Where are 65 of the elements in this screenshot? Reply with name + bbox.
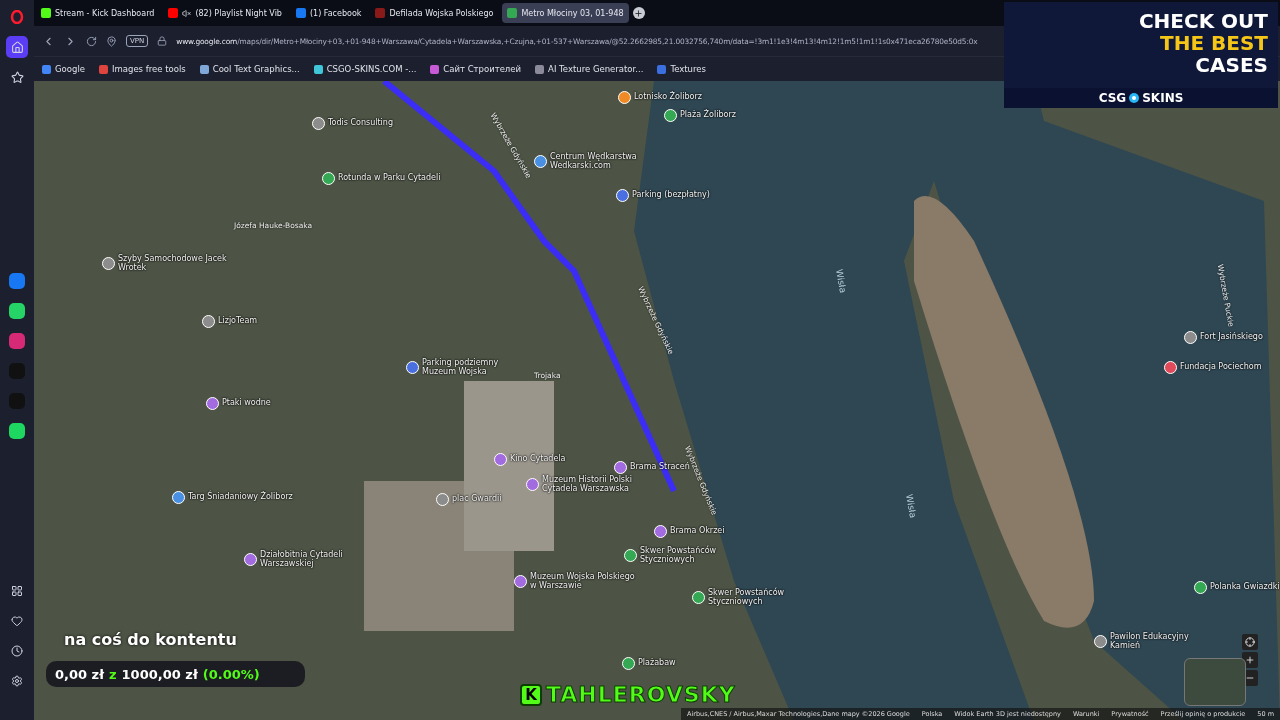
brand-text: SKINS	[1142, 91, 1184, 105]
place-label[interactable]: Ptaki wodne	[222, 399, 271, 408]
goal-amount: 0,00 zł	[55, 666, 104, 682]
place-label[interactable]: Parking (bezpłatny)	[632, 191, 710, 200]
browser-tab[interactable]: Defilada Wojska Polskiego	[370, 3, 499, 23]
bookmark-link[interactable]: Google	[42, 64, 85, 74]
place-label[interactable]: Todis Consulting	[328, 119, 393, 128]
bookmark-link[interactable]: Сайт Строителей	[430, 64, 522, 74]
kick-badge: K	[520, 684, 542, 706]
bookmark-link[interactable]: CSGO-SKINS.COM -...	[313, 64, 417, 74]
goal-percent: (0.00%)	[202, 666, 260, 682]
place-label[interactable]: Pawilon Edukacyjny Kamień	[1110, 633, 1220, 651]
brand-text: CSG	[1098, 91, 1127, 105]
satellite-map-drawing[interactable]	[34, 81, 1280, 720]
goal-title: na coś do kontentu	[63, 630, 238, 649]
place-label[interactable]: Szyby Samochodowe Jacek Wrotek	[118, 255, 228, 273]
bookmark-link[interactable]: Cool Text Graphics...	[199, 64, 300, 74]
place-label[interactable]: Centrum Wędkarstwa Wedkarski.com	[550, 153, 660, 171]
place-label[interactable]: Skwer Powstańców Styczniowych	[640, 547, 750, 565]
place-label[interactable]: Muzeum Historii Polski Cytadela Warszawska	[542, 476, 652, 494]
place-label[interactable]: Plażabaw	[638, 659, 676, 668]
new-tab-button[interactable]	[632, 7, 645, 19]
target-icon	[1128, 92, 1141, 104]
place-label[interactable]: Rotunda w Parku Cytadeli	[338, 174, 441, 183]
place-label[interactable]: Polanka Gwiazdki	[1210, 583, 1280, 592]
crosshair-icon	[1245, 637, 1255, 647]
browser-tab[interactable]: Metro Młociny 03, 01-948	[502, 3, 629, 23]
site-icon	[507, 8, 518, 18]
location-pin-icon[interactable]	[106, 35, 117, 47]
browser-tab[interactable]: Stream - Kick Dashboard	[36, 3, 160, 23]
river-label: Wisła	[904, 493, 918, 519]
lock-icon	[157, 36, 168, 46]
place-label[interactable]: Plaża Żoliborz	[680, 111, 736, 120]
place-label[interactable]: Fundacja Pociechom	[1180, 363, 1262, 372]
ad-headline: CASES	[1195, 54, 1268, 76]
river-label: Wisła	[834, 268, 848, 294]
place-label[interactable]: Lotnisko Żoliborz	[634, 93, 702, 102]
place-label[interactable]: Brama Okrzei	[670, 527, 725, 536]
locate-button[interactable]	[1242, 634, 1258, 650]
home-icon[interactable]	[6, 36, 28, 58]
ad-headline: THE BEST	[1160, 32, 1268, 54]
muted-speaker-icon[interactable]	[182, 8, 192, 18]
ad-banner[interactable]: CHECK OUT THE BEST CASES CSG SKINS	[1004, 2, 1278, 108]
place-label[interactable]: Fort Jasińskiego	[1200, 333, 1263, 342]
place-label[interactable]: Skwer Powstańców Styczniowych	[708, 589, 818, 607]
bookmark-link[interactable]: AI Texture Generator...	[535, 64, 644, 74]
goal-separator: z	[109, 666, 117, 682]
browser-tab[interactable]: (82) Playlist Night Vib	[163, 3, 287, 23]
site-icon	[41, 8, 51, 18]
site-icon	[168, 8, 179, 18]
site-icon	[295, 8, 306, 18]
streamer-name: TAHLEROVSKY	[546, 684, 736, 706]
bookmark-link[interactable]: Images free tools	[99, 64, 186, 74]
bookmark-link[interactable]: Textures	[657, 64, 706, 74]
goal-target: 1000,00 zł	[121, 666, 198, 682]
place-label[interactable]: Parking podziemny Muzeum Wojska	[422, 359, 532, 377]
reload-icon[interactable]	[86, 35, 97, 47]
place-label[interactable]: Działobitnia Cytadeli Warszawskiej	[260, 551, 370, 569]
place-label[interactable]: Muzeum Wojska Polskiego w Warszawie	[530, 573, 640, 591]
place-label[interactable]: LizjoTeam	[218, 317, 258, 326]
ad-headline: CHECK OUT	[1138, 10, 1268, 32]
browser-tab[interactable]: (1) Facebook	[290, 3, 367, 23]
site-icon	[375, 8, 386, 18]
plus-icon	[1245, 655, 1255, 665]
street-view-thumbnail[interactable]	[1184, 658, 1246, 706]
